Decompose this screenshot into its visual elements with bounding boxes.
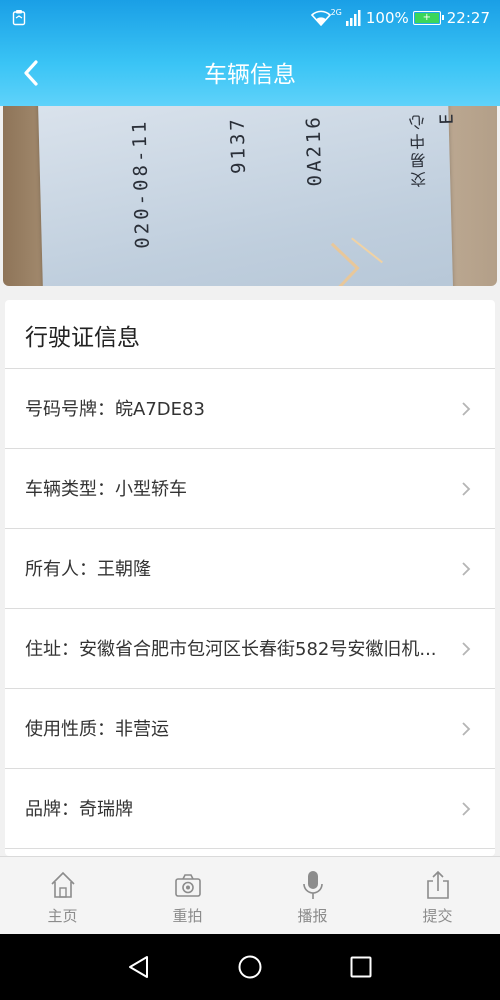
chevron-right-icon xyxy=(462,482,471,496)
chevron-right-icon xyxy=(462,402,471,416)
info-row-usage[interactable]: 使用性质：非营运 xyxy=(5,689,495,769)
tab-label: 播报 xyxy=(297,907,328,925)
license-card-image: E 交易中心 0A216 9137 020-08-11 xyxy=(37,106,458,286)
section-title: 行驶证信息 xyxy=(25,325,140,351)
chevron-right-icon xyxy=(462,722,471,736)
tab-submit[interactable]: 提交 xyxy=(375,857,500,934)
system-navigation-bar xyxy=(0,934,500,1000)
page-title: 车辆信息 xyxy=(204,62,296,88)
chevron-right-icon xyxy=(462,802,471,816)
info-row-plate-number[interactable]: 号码号牌：皖A7DE83 xyxy=(5,369,495,449)
license-info-card: 行驶证信息 号码号牌：皖A7DE83 车辆类型：小型轿车 所有人：王朝隆 住址：… xyxy=(5,300,495,856)
card-text-line: E xyxy=(436,110,458,125)
row-text: 号码号牌：皖A7DE83 xyxy=(25,399,205,420)
home-circle-icon[interactable] xyxy=(237,954,263,980)
row-text: 所有人：王朝隆 xyxy=(25,559,151,580)
navigation-bar: 车辆信息 xyxy=(0,36,500,106)
row-text: 车辆类型：小型轿车 xyxy=(25,479,187,500)
home-icon xyxy=(50,871,75,898)
divider xyxy=(5,848,495,849)
battery-icon: + xyxy=(412,11,444,25)
wifi-icon xyxy=(310,10,331,26)
chevron-right-icon xyxy=(462,642,471,656)
tab-label: 主页 xyxy=(47,907,78,925)
clipboard-icon xyxy=(12,10,26,26)
camera-icon xyxy=(174,874,201,897)
card-text-line: 0A216 xyxy=(302,113,327,187)
row-text: 品牌：奇瑞牌 xyxy=(25,799,133,820)
network-type: 2G xyxy=(330,7,342,17)
recents-square-icon[interactable] xyxy=(348,954,374,980)
info-row-owner[interactable]: 所有人：王朝隆 xyxy=(5,529,495,609)
share-upload-icon xyxy=(426,870,449,899)
status-bar: 2G 100% + 22:27 xyxy=(0,0,500,36)
status-time: 22:27 xyxy=(446,9,490,27)
tab-label: 提交 xyxy=(422,907,453,925)
info-row-address[interactable]: 住址：安徽省合肥市包河区长春街582号安徽旧机... xyxy=(5,609,495,689)
info-row-vehicle-type[interactable]: 车辆类型：小型轿车 xyxy=(5,449,495,529)
battery-percent: 100% xyxy=(365,9,409,27)
bottom-tab-bar: 主页 重拍 播报 提交 xyxy=(0,856,500,934)
tab-retake[interactable]: 重拍 xyxy=(125,857,250,934)
row-text: 使用性质：非营运 xyxy=(25,719,169,740)
card-text-line: 020-08-11 xyxy=(128,118,154,249)
card-text-line: 9137 xyxy=(226,115,250,175)
chevron-right-icon xyxy=(462,562,471,576)
license-photo: E 交易中心 0A216 9137 020-08-11 xyxy=(3,106,497,286)
info-row-brand[interactable]: 品牌：奇瑞牌 xyxy=(5,769,495,849)
signal-icon xyxy=(345,10,361,26)
tab-broadcast[interactable]: 播报 xyxy=(250,857,375,934)
microphone-icon xyxy=(302,871,323,899)
card-text-line: 交易中心 xyxy=(408,111,430,188)
tab-home[interactable]: 主页 xyxy=(0,857,125,934)
card-logo-mark xyxy=(330,237,383,286)
row-text: 住址：安徽省合肥市包河区长春街582号安徽旧机... xyxy=(25,639,437,660)
back-triangle-icon[interactable] xyxy=(126,954,152,980)
tab-label: 重拍 xyxy=(172,907,203,925)
